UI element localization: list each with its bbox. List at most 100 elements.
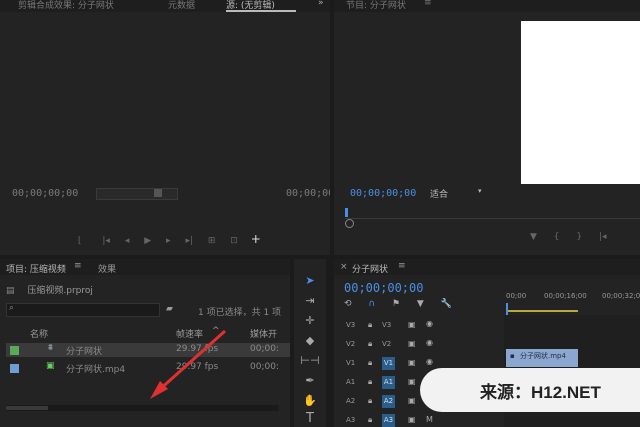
source-timecode: 00;00;00;00 <box>12 188 79 199</box>
track-target[interactable]: V1 <box>382 357 395 370</box>
pen-tool-icon[interactable]: ✒ <box>300 373 320 389</box>
panel-menu-icon[interactable]: ≡ <box>398 261 406 271</box>
eye-icon[interactable]: ◉ <box>426 357 433 366</box>
sync-lock-icon[interactable]: ▣ <box>408 339 416 348</box>
program-transport-controls: ▼ { } |◂ <box>530 232 607 242</box>
project-file-name: 压缩视频.prproj <box>27 286 93 296</box>
source-transport-controls: ⌊ |◂ ◂ ▶ ▸ ▸| ⊞ ⊡ + <box>78 232 261 246</box>
column-name[interactable]: 名称 <box>30 327 48 340</box>
step-forward-icon[interactable]: ▸| <box>185 236 193 246</box>
panel-overflow-icon[interactable]: » <box>318 0 324 8</box>
program-playhead[interactable] <box>345 208 348 217</box>
label-color-chip <box>10 346 19 355</box>
sync-lock-icon[interactable]: ▣ <box>408 358 416 367</box>
back-frame-icon[interactable]: ◂ <box>125 236 130 246</box>
lock-icon[interactable]: 🔒︎ <box>368 415 372 425</box>
track-select-tool-icon[interactable]: ⇥ <box>300 293 320 309</box>
program-tab-bar: 节目: 分子网状 ≡ <box>334 0 640 12</box>
timeline-timecode: 00;00;00;00 <box>344 281 424 295</box>
scrollbar-thumb[interactable] <box>6 406 48 410</box>
panel-menu-icon[interactable]: ≡ <box>74 261 82 271</box>
tab-effect-controls[interactable]: 剪辑合成效果: 分子网状 <box>18 0 114 11</box>
snap-icon[interactable]: ∩ <box>368 299 375 309</box>
lock-icon[interactable]: 🔒︎ <box>368 320 372 330</box>
lock-icon[interactable]: 🔒︎ <box>368 377 372 387</box>
source-duration-slider[interactable] <box>154 189 162 197</box>
type-tool-icon[interactable]: T <box>300 411 320 427</box>
clip-label: 分子网状.mp4 <box>520 352 566 360</box>
mute-icon[interactable]: M <box>426 415 433 424</box>
ripple-edit-tool-icon[interactable]: ✛ <box>300 313 320 329</box>
nest-icon[interactable]: ⟲ <box>344 299 352 309</box>
forward-frame-icon[interactable]: ▸ <box>166 236 171 246</box>
track-target[interactable]: A1 <box>382 376 395 389</box>
mark-in-icon[interactable]: ⌊ <box>78 236 82 246</box>
overwrite-icon[interactable]: ⊡ <box>230 236 238 246</box>
selection-tool-icon[interactable]: ➤ <box>300 273 320 289</box>
lock-icon[interactable]: 🔒︎ <box>368 339 372 349</box>
lock-icon[interactable]: 🔒︎ <box>368 396 372 406</box>
timeline-ruler[interactable]: 00;00 00;00;16;00 00;00;32;0 <box>506 289 640 309</box>
work-area-bar[interactable] <box>506 310 578 312</box>
watermark-text: 来源：H12.NET <box>480 383 601 402</box>
tab-metadata[interactable]: 元数据 <box>168 0 195 11</box>
panel-menu-icon[interactable]: ≡ <box>424 0 432 8</box>
arrow-shaft <box>156 329 227 393</box>
program-scrub-bar[interactable] <box>345 218 640 219</box>
track-source-label: V1 <box>346 359 356 367</box>
eye-icon[interactable]: ◉ <box>426 338 433 347</box>
razor-tool-icon[interactable]: ◆ <box>300 333 320 349</box>
mark-out-icon[interactable]: } <box>576 232 582 242</box>
eye-icon[interactable]: ◉ <box>426 319 433 328</box>
program-video-frame <box>521 21 640 184</box>
tab-program[interactable]: 节目: 分子网状 <box>346 0 406 11</box>
add-button-icon[interactable]: + <box>251 232 261 246</box>
source-tab-bar: 剪辑合成效果: 分子网状 元数据 源: (无剪辑) » <box>0 0 330 12</box>
selection-info: 1 项已选择，共 1 项 <box>198 308 282 318</box>
mark-in-icon[interactable]: { <box>554 232 560 242</box>
track-source-label: V3 <box>346 321 356 329</box>
hand-tool-icon[interactable]: ✋ <box>300 393 320 409</box>
sync-lock-icon[interactable]: ▣ <box>408 377 416 386</box>
row-start: 00;00: <box>250 362 279 372</box>
search-input[interactable]: ⌕ <box>6 303 160 317</box>
track-source-label: V2 <box>346 340 356 348</box>
column-media-start[interactable]: 媒体开 <box>250 327 277 340</box>
new-bin-icon[interactable]: ▰ <box>166 304 173 314</box>
track-target[interactable]: A3 <box>382 414 395 427</box>
fit-label: 适合 <box>430 190 449 200</box>
sync-lock-icon[interactable]: ▣ <box>408 320 416 329</box>
fit-dropdown[interactable]: 适合 ▾ <box>430 187 486 200</box>
tab-sequence[interactable]: 分子网状 <box>352 262 388 275</box>
clip-fx-icon: ▪ <box>510 352 515 360</box>
video-clip[interactable]: ▪ 分子网状.mp4 <box>506 349 578 367</box>
tab-project[interactable]: 项目: 压缩视频 <box>6 262 66 275</box>
lock-icon[interactable]: 🔒︎ <box>368 358 372 368</box>
slip-tool-icon[interactable]: ⊢⊣ <box>300 353 320 369</box>
tools-panel: ➤ ⇥ ✛ ◆ ⊢⊣ ✒ ✋ T <box>294 259 326 427</box>
program-zoom-handle[interactable] <box>345 219 354 228</box>
step-back-icon[interactable]: |◂ <box>102 236 110 246</box>
track-source-label: A3 <box>346 416 356 424</box>
wrench-icon[interactable]: 🔧 <box>441 299 452 309</box>
track-target[interactable]: V3 <box>382 321 391 329</box>
add-marker-icon[interactable]: ▼ <box>417 299 424 309</box>
marker-icon[interactable]: ▼ <box>530 232 537 242</box>
close-icon[interactable]: × <box>340 262 348 272</box>
video-clip-icon: ▣ <box>46 361 55 371</box>
sync-lock-icon[interactable]: ▣ <box>408 415 416 424</box>
insert-icon[interactable]: ⊞ <box>208 236 216 246</box>
tab-active-underline <box>226 10 296 12</box>
program-timecode: 00;00;00;00 <box>350 188 417 199</box>
play-icon[interactable]: ▶ <box>144 236 151 246</box>
sync-lock-icon[interactable]: ▣ <box>408 396 416 405</box>
linked-selection-icon[interactable]: ⚑ <box>392 299 400 309</box>
source-scrub-bar[interactable] <box>96 188 178 200</box>
tab-effects[interactable]: 效果 <box>98 262 116 275</box>
project-file-row: ▤ 压缩视频.prproj <box>6 283 93 296</box>
go-to-in-icon[interactable]: |◂ <box>599 232 607 242</box>
track-target[interactable]: A2 <box>382 395 395 408</box>
track-source-label: A2 <box>346 397 356 405</box>
track-target[interactable]: V2 <box>382 340 391 348</box>
label-color-chip <box>10 364 19 373</box>
